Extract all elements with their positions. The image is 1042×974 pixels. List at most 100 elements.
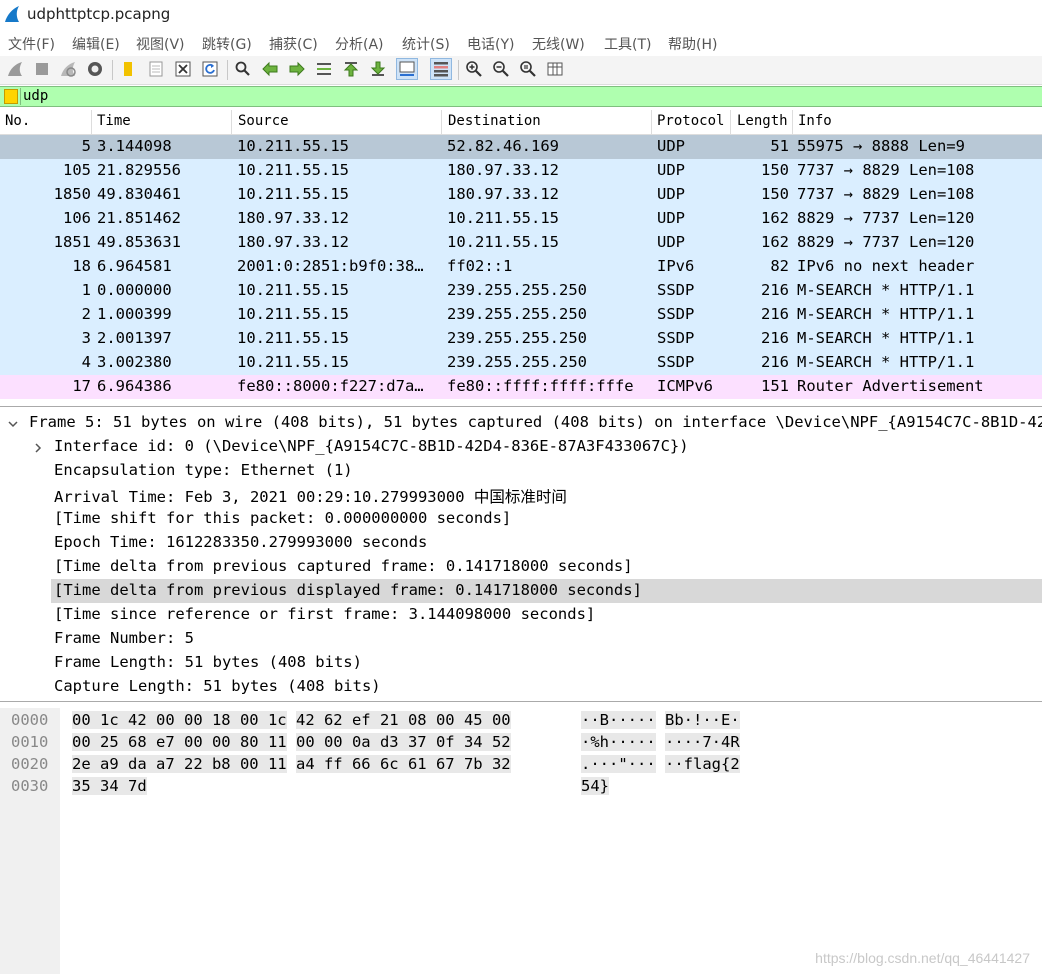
cell-info: 8829 → 7737 Len=120 [797,233,975,251]
menu-file[interactable]: 文件(F) [8,34,55,54]
cell-length: 216 [761,281,789,299]
detail-tree-item[interactable]: Arrival Time: Feb 3, 2021 00:29:10.27999… [0,483,1042,507]
colorize-icon[interactable] [430,58,452,80]
zoom-out-icon[interactable] [491,59,511,79]
cell-protocol: SSDP [657,329,695,347]
packet-row[interactable]: 18 6.964581 2001:0:2851:b9f0:38… ff02::1 IPv… [0,255,1042,279]
column-header-source[interactable]: Source [238,113,289,133]
first-packet-icon[interactable] [341,59,361,79]
cell-destination: 10.211.55.15 [447,233,559,251]
capture-options-icon[interactable] [85,59,105,79]
detail-tree-item[interactable]: Frame 5: 51 bytes on wire (408 bits), 51… [0,411,1042,435]
filter-bookmark-icon[interactable] [4,89,18,104]
cell-time: 3.144098 [97,137,172,155]
menu-tools[interactable]: 工具(T) [604,34,651,54]
column-header-time[interactable]: Time [97,113,131,133]
stop-capture-icon[interactable] [32,59,52,79]
packet-row[interactable]: 17 6.964386 fe80::8000:f227:d7a… fe80::ffff… [0,375,1042,399]
packet-row[interactable]: 1850 49.830461 10.211.55.15 180.97.33.12 UDP… [0,183,1042,207]
detail-tree-item[interactable]: Frame Number: 5 [0,627,1042,651]
column-header-no[interactable]: No. [5,113,30,133]
filter-divider [20,88,21,105]
cell-protocol: UDP [657,137,685,155]
packet-row[interactable]: 1851 49.853631 180.97.33.12 10.211.55.15 UDP… [0,231,1042,255]
start-capture-icon[interactable] [5,59,25,79]
go-back-icon[interactable] [260,59,280,79]
detail-tree-item[interactable]: Encapsulation type: Ethernet (1) [0,459,1042,483]
column-header-length[interactable]: Length [737,113,788,133]
detail-tree-item[interactable]: [Time shift for this packet: 0.000000000… [0,507,1042,531]
toolbar-separator [112,60,113,80]
menu-go[interactable]: 跳转(G) [202,34,252,54]
bytes-ascii-group-a[interactable]: ··B····· [581,711,656,729]
cell-protocol: ICMPv6 [657,377,713,395]
menu-telephony[interactable]: 电话(Y) [467,34,514,54]
detail-tree-item[interactable]: [Time delta from previous captured frame… [0,555,1042,579]
bytes-hex-group-a[interactable]: 2e a9 da a7 22 b8 00 11 [72,755,287,773]
bytes-hex-group-a[interactable]: 00 25 68 e7 00 00 80 11 [72,733,287,751]
save-file-icon[interactable] [146,59,166,79]
go-forward-icon[interactable] [287,59,307,79]
packet-row[interactable]: 106 21.851462 180.97.33.12 10.211.55.15 UDP 1… [0,207,1042,231]
detail-tree-item[interactable]: [Time since reference or first frame: 3.… [0,603,1042,627]
packet-row[interactable]: 3 2.001397 10.211.55.15 239.255.255.250 SSDP… [0,327,1042,351]
cell-time: 0.000000 [97,281,172,299]
bytes-hex-group-b[interactable]: a4 ff 66 6c 61 67 7b 32 [295,755,511,773]
column-header-info[interactable]: Info [798,113,832,133]
menu-capture[interactable]: 捕获(C) [269,34,318,54]
close-file-icon[interactable] [173,59,193,79]
cell-no: 1 [81,281,91,299]
detail-tree-item[interactable]: [Time delta from previous displayed fram… [51,579,1042,603]
reload-file-icon[interactable] [200,59,220,79]
column-header-destination[interactable]: Destination [448,113,541,133]
packet-row[interactable]: 4 3.002380 10.211.55.15 239.255.255.250 SSDP… [0,351,1042,375]
cell-protocol: UDP [657,233,685,251]
column-header-protocol[interactable]: Protocol [657,113,724,133]
go-to-packet-icon[interactable] [314,59,334,79]
detail-tree-item[interactable]: Epoch Time: 1612283350.279993000 seconds [0,531,1042,555]
find-packet-icon[interactable] [233,59,253,79]
bytes-hex-group-b[interactable]: 42 62 ef 21 08 00 45 00 [295,711,511,729]
restart-capture-icon[interactable] [58,59,78,79]
chevron-right-icon[interactable] [33,443,43,453]
menu-statistics[interactable]: 统计(S) [402,34,450,54]
bytes-hex-group-a[interactable]: 35 34 7d [72,777,147,795]
menu-view[interactable]: 视图(V) [136,34,185,54]
packet-row[interactable]: 1 0.000000 10.211.55.15 239.255.255.250 SSDP… [0,279,1042,303]
detail-tree-item[interactable]: Frame Length: 51 bytes (408 bits) [0,651,1042,675]
resize-columns-icon[interactable] [545,59,565,79]
detail-text: [Time since reference or first frame: 3.… [54,605,596,623]
bytes-hex-group-a[interactable]: 00 1c 42 00 00 18 00 1c [72,711,287,729]
detail-tree-item[interactable]: Capture Length: 51 bytes (408 bits) [0,675,1042,699]
bytes-ascii-group-a[interactable]: 54} [581,777,609,795]
bytes-ascii-group-b[interactable]: ··flag{2 [665,755,740,773]
bytes-ascii-group-a[interactable]: .···"··· [581,755,656,773]
chevron-down-icon[interactable] [8,419,18,429]
display-filter-input[interactable]: udp [23,88,48,104]
packet-row[interactable]: 5 3.144098 10.211.55.15 52.82.46.169 UDP 51 55… [0,135,1042,159]
last-packet-icon[interactable] [368,59,388,79]
detail-tree-item[interactable]: Interface id: 0 (\Device\NPF_{A9154C7C-8… [0,435,1042,459]
bytes-hex-group-b[interactable]: 00 00 0a d3 37 0f 34 52 [295,733,511,751]
menu-help[interactable]: 帮助(H) [668,34,717,54]
menu-analyze[interactable]: 分析(A) [335,34,384,54]
zoom-reset-icon[interactable] [518,59,538,79]
auto-scroll-icon[interactable] [396,58,418,80]
cell-source: 10.211.55.15 [237,353,349,371]
packet-row[interactable]: 2 1.000399 10.211.55.15 239.255.255.250 SSDP… [0,303,1042,327]
bytes-ascii-group-a[interactable]: ·%h····· [581,733,656,751]
detail-text: Epoch Time: 1612283350.279993000 seconds [54,533,428,551]
detail-text: [Time delta from previous displayed fram… [54,581,642,599]
zoom-in-icon[interactable] [464,59,484,79]
menu-wireless[interactable]: 无线(W) [532,34,585,54]
cell-source: 10.211.55.15 [237,161,349,179]
bytes-ascii-group-b[interactable]: ····7·4R [665,733,740,751]
menu-edit[interactable]: 编辑(E) [72,34,120,54]
bytes-ascii-group-b[interactable]: Bb·!··E· [665,711,740,729]
bytes-offset: 0000 [11,711,49,729]
display-filter-bar: udp [0,86,1042,107]
packet-row[interactable]: 105 21.829556 10.211.55.15 180.97.33.12 UDP 1… [0,159,1042,183]
title-bar: udphttptcp.pcapng [0,0,1042,31]
open-file-icon[interactable] [118,59,138,79]
detail-text: [Time shift for this packet: 0.000000000… [54,509,512,527]
